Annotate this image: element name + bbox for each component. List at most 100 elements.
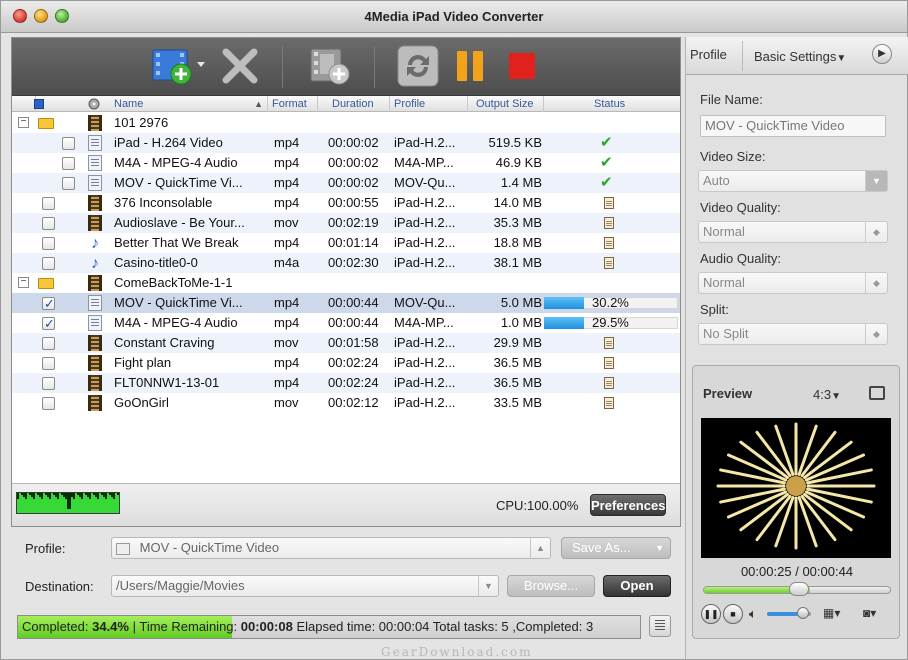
destination-input[interactable]: /Users/Maggie/Movies ▼ <box>111 575 499 597</box>
file-name-label: File Name: <box>700 92 763 107</box>
row-checkbox[interactable] <box>42 357 55 370</box>
file-output-size: 36.5 MB <box>493 355 542 370</box>
group-row[interactable]: − ComeBackToMe-1-1 <box>12 273 680 293</box>
row-checkbox[interactable] <box>42 377 55 390</box>
open-button[interactable]: Open <box>603 575 671 597</box>
split-select[interactable]: No Split ◆ <box>698 323 888 345</box>
task-progress-fill <box>544 317 584 329</box>
row-checkbox[interactable] <box>42 337 55 350</box>
chevron-down-icon: ▼ <box>836 53 847 64</box>
tab-profile[interactable]: Profile <box>690 47 727 62</box>
row-checkbox[interactable] <box>42 237 55 250</box>
film-strip-icon: ▦▾ <box>823 606 841 620</box>
preview-screen <box>701 418 891 558</box>
collapse-toggle[interactable]: − <box>18 117 29 128</box>
table-header: Name ▲ Format Duration Profile Output Si… <box>12 96 680 112</box>
stop-preview-button[interactable]: ■ <box>723 604 743 624</box>
row-checkbox[interactable] <box>62 177 75 190</box>
column-header-duration[interactable]: Duration <box>318 96 390 112</box>
preferences-button[interactable]: Preferences <box>590 494 666 516</box>
row-checkbox[interactable] <box>42 294 55 314</box>
film-icon <box>88 275 102 291</box>
expand-panel-button[interactable]: ▶ <box>872 44 892 64</box>
log-button[interactable] <box>649 615 671 637</box>
document-icon <box>88 135 102 151</box>
table-row[interactable]: ♪ Casino-title0-0 m4a 00:02:30 iPad-H.2... 38… <box>12 253 680 273</box>
table-row[interactable]: Constant Craving mov 00:01:58 iPad-H.2... 29… <box>12 333 680 353</box>
table-row[interactable]: Audioslave - Be Your... mov 00:02:19 iPad-H… <box>12 213 680 233</box>
tab-basic-settings[interactable]: Basic Settings▼ <box>754 49 846 64</box>
file-format: mp4 <box>274 155 300 170</box>
table-row[interactable]: Fight plan mp4 00:02:24 iPad-H.2... 36.5 MB <box>12 353 680 373</box>
volume-handle[interactable] <box>797 607 809 619</box>
app-window: 4Media iPad Video Converter Name ▲ Forma… <box>0 0 908 660</box>
clipboard-icon <box>604 337 614 349</box>
row-checkbox[interactable] <box>62 137 75 150</box>
row-checkbox[interactable] <box>42 217 55 230</box>
group-row[interactable]: − 101 2976 <box>12 113 680 133</box>
remove-button[interactable] <box>218 46 262 86</box>
file-format: mov <box>274 215 299 230</box>
seek-handle[interactable] <box>789 582 809 596</box>
file-profile: M4A-MP... <box>394 315 454 330</box>
film-icon <box>88 355 102 371</box>
split-label: Split: <box>700 302 729 317</box>
profile-select[interactable]: MOV - QuickTime Video ▲ <box>111 537 551 559</box>
add-segment-button[interactable] <box>304 46 356 86</box>
music-note-icon: ♪ <box>91 255 99 272</box>
pause-button[interactable] <box>452 46 488 86</box>
file-name: FLT0NNW1-13-01 <box>114 375 220 390</box>
film-icon <box>88 115 102 131</box>
table-row[interactable]: ♪ Better That We Break mp4 00:01:14 iPad-H.2… <box>12 233 680 253</box>
chevron-down-icon: ▼ <box>831 391 841 402</box>
file-status: ✔ <box>544 153 680 173</box>
disc-icon <box>88 98 100 110</box>
add-video-button[interactable] <box>150 46 208 86</box>
column-header-name[interactable]: Name ▲ <box>110 96 268 112</box>
task-panel: Name ▲ Format Duration Profile Output Si… <box>11 37 681 527</box>
play-arrow-icon: ▶ <box>878 48 886 59</box>
file-format: mp4 <box>274 195 300 210</box>
table-row[interactable]: M4A - MPEG-4 Audio mp4 00:00:02 M4A-MP... 46… <box>12 153 680 173</box>
file-name: 376 Inconsolable <box>114 195 213 210</box>
table-row[interactable]: M4A - MPEG-4 Audio mp4 00:00:44 M4A-MP... 1.… <box>12 313 680 334</box>
pause-preview-button[interactable]: ❚❚ <box>701 604 721 624</box>
file-name-input[interactable]: MOV - QuickTime Video <box>700 115 886 137</box>
file-status <box>544 373 680 393</box>
status-text: Completed: 34.4% | Time Remaining: 00:00… <box>22 619 594 634</box>
document-icon <box>88 175 102 191</box>
clipboard-icon <box>604 197 614 209</box>
save-as-button[interactable]: Save As... ▼ <box>561 537 671 559</box>
column-header-output-size[interactable]: Output Size <box>468 96 544 112</box>
row-checkbox[interactable] <box>62 157 75 170</box>
table-row[interactable]: FLT0NNW1-13-01 mp4 00:02:24 iPad-H.2... 36.5… <box>12 373 680 393</box>
row-checkbox[interactable] <box>42 197 55 210</box>
table-row[interactable]: MOV - QuickTime Vi... mp4 00:00:44 MOV-Qu..… <box>12 293 680 314</box>
collapse-toggle[interactable]: − <box>18 277 29 288</box>
table-row[interactable]: 376 Inconsolable mp4 00:00:55 iPad-H.2... 14… <box>12 193 680 213</box>
row-checkbox[interactable] <box>42 314 55 334</box>
table-row[interactable]: iPad - H.264 Video mp4 00:00:02 iPad-H.2...… <box>12 133 680 153</box>
snapshot-button[interactable]: ◙▾ <box>863 606 876 620</box>
select-all-column[interactable] <box>12 96 44 112</box>
column-header-profile[interactable]: Profile <box>390 96 468 112</box>
snapshot-folder-button[interactable]: ▦▾ <box>823 606 840 620</box>
export-icon[interactable] <box>869 386 885 400</box>
file-name: M4A - MPEG-4 Audio <box>114 155 238 170</box>
row-checkbox[interactable] <box>42 257 55 270</box>
stop-button[interactable] <box>504 46 540 86</box>
table-row[interactable]: MOV - QuickTime Vi... mp4 00:00:02 MOV-Qu..… <box>12 173 680 193</box>
browse-button[interactable]: Browse... <box>507 575 595 597</box>
file-name: Constant Craving <box>114 335 215 350</box>
column-header-format[interactable]: Format <box>268 96 318 112</box>
audio-quality-select[interactable]: Normal ◆ <box>698 272 888 294</box>
column-header-status[interactable]: Status <box>544 96 680 112</box>
convert-button[interactable] <box>396 45 440 87</box>
table-row[interactable]: GoOnGirl mov 00:02:12 iPad-H.2... 33.5 MB <box>12 393 680 413</box>
aspect-ratio-select[interactable]: 4:3▼ <box>813 387 841 402</box>
video-quality-select[interactable]: Normal ◆ <box>698 221 888 243</box>
video-size-select[interactable]: Auto ▼ <box>698 170 888 192</box>
task-progress-text: 30.2% <box>592 295 629 310</box>
file-name: M4A - MPEG-4 Audio <box>114 315 238 330</box>
row-checkbox[interactable] <box>42 397 55 410</box>
